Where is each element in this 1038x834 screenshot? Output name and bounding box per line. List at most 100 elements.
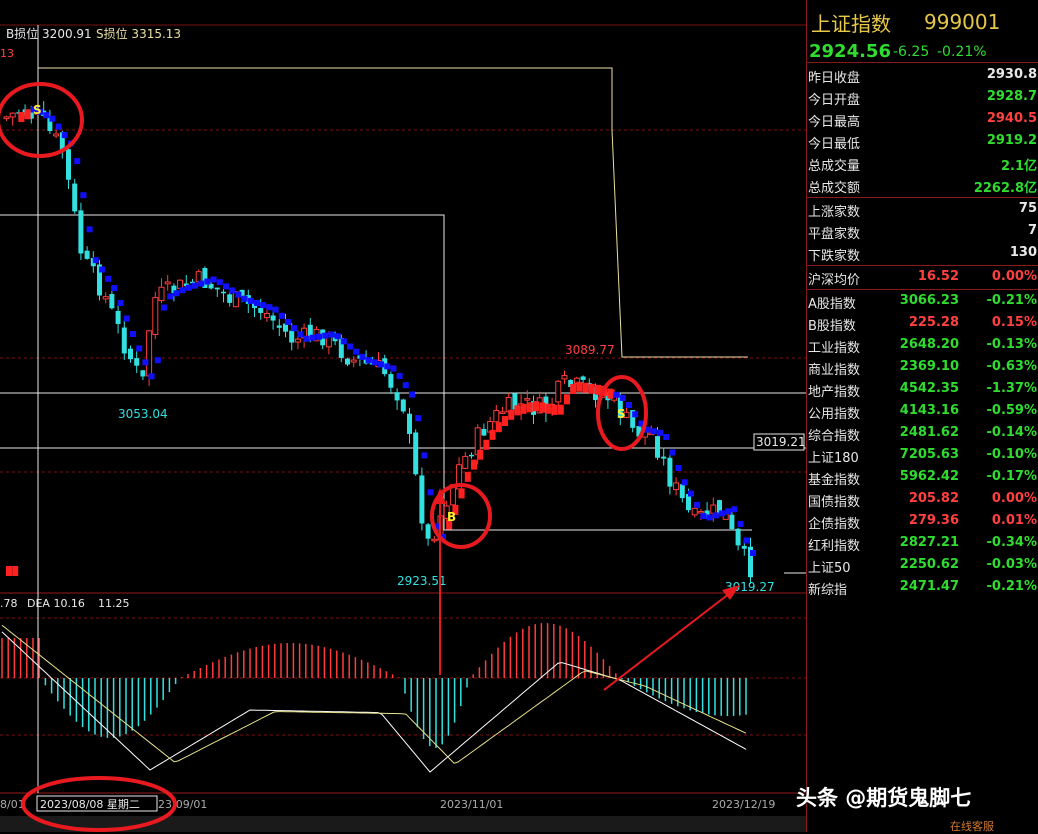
date-selected: 2023/08/08 星期二 xyxy=(40,798,140,811)
row-label: 商业指数 xyxy=(808,363,861,378)
row-pct: 0.00% xyxy=(991,491,1037,506)
quote-row[interactable]: 综合指数 2481.62 -0.14% xyxy=(807,422,1038,444)
row-label: 新综指 xyxy=(808,583,848,598)
row-value: 75 xyxy=(1018,201,1037,216)
price-change: -6.25 xyxy=(893,44,930,60)
row-value: 2369.10 xyxy=(899,359,959,374)
row-value: 5962.42 xyxy=(899,469,959,484)
row-value: 16.52 xyxy=(917,269,959,284)
row-value: 2919.2 xyxy=(986,133,1037,148)
watermark: 头条 @期货鬼脚七 xyxy=(796,786,972,810)
row-label: 今日最高 xyxy=(808,115,861,130)
quote-row[interactable]: 新综指 2471.47 -0.21% xyxy=(807,576,1038,598)
row-label: 综合指数 xyxy=(808,429,861,444)
macd-legend-a: .78 xyxy=(0,597,18,610)
row-value: 4143.16 xyxy=(899,403,959,418)
row-value: 3066.23 xyxy=(899,293,959,308)
row-label: 上证50 xyxy=(808,561,851,576)
quote-row[interactable]: 平盘家数 7 xyxy=(807,220,1038,242)
quote-row[interactable]: 基金指数 5962.42 -0.17% xyxy=(807,466,1038,488)
row-label: 平盘家数 xyxy=(808,227,861,242)
signal-s-right: S xyxy=(617,407,626,421)
quote-row[interactable]: 工业指数 2648.20 -0.13% xyxy=(807,334,1038,356)
row-pct: -0.14% xyxy=(986,425,1038,440)
row-label: 上证180 xyxy=(808,451,859,466)
quote-row[interactable]: 上涨家数 75 xyxy=(807,198,1038,220)
row-pct: -0.34% xyxy=(986,535,1038,550)
row-value: 2250.62 xyxy=(899,557,959,572)
row-pct: -1.37% xyxy=(986,381,1038,396)
date-sel-tail: 23/09/01 xyxy=(158,798,207,811)
row-label: 下跌家数 xyxy=(808,249,861,264)
row-label: 今日最低 xyxy=(808,137,861,152)
signal-b: B xyxy=(447,510,456,524)
row-pct: -0.21% xyxy=(986,579,1038,594)
row-label: 公用指数 xyxy=(808,407,861,422)
row-value: 2481.62 xyxy=(899,425,959,440)
quote-row[interactable]: 总成交量 2.1亿 xyxy=(807,152,1038,174)
quote-row[interactable]: 红利指数 2827.21 -0.34% xyxy=(807,532,1038,554)
quote-row[interactable]: A股指数 3066.23 -0.21% xyxy=(807,290,1038,312)
row-label: 工业指数 xyxy=(808,341,861,356)
row-pct: -0.21% xyxy=(986,293,1038,308)
row-label: 昨日收盘 xyxy=(808,71,861,86)
quote-row[interactable]: 国债指数 205.82 0.00% xyxy=(807,488,1038,510)
row-value: 2648.20 xyxy=(899,337,959,352)
row-label: 上涨家数 xyxy=(808,205,861,220)
date-mid: 2023/11/01 xyxy=(440,798,503,811)
row-value: 2.1亿 xyxy=(1000,159,1037,174)
date-left: 8/01 xyxy=(0,798,25,811)
row-value: 225.28 xyxy=(908,315,959,330)
quote-row[interactable]: 上证50 2250.62 -0.03% xyxy=(807,554,1038,576)
quote-row[interactable]: 今日最高 2940.5 xyxy=(807,108,1038,130)
row-label: 总成交量 xyxy=(808,159,861,174)
legend-s-stop: S损位 3315.13 xyxy=(96,26,181,41)
quote-row[interactable]: 公用指数 4143.16 -0.59% xyxy=(807,400,1038,422)
row-value: 2930.8 xyxy=(986,67,1037,82)
quote-row[interactable]: B股指数 225.28 0.15% xyxy=(807,312,1038,334)
row-pct: -0.17% xyxy=(986,469,1038,484)
row-label: 国债指数 xyxy=(808,495,861,510)
row-value: 2827.21 xyxy=(899,535,959,550)
row-label: 总成交额 xyxy=(808,181,861,196)
quote-row[interactable]: 总成交额 2262.8亿 xyxy=(807,174,1038,196)
row-label: 今日开盘 xyxy=(808,93,861,108)
row-label: 基金指数 xyxy=(808,473,861,488)
label-3089: 3089.77 xyxy=(565,343,615,357)
row-label: A股指数 xyxy=(808,297,856,312)
row-value: 7205.63 xyxy=(899,447,959,462)
quote-row[interactable]: 昨日收盘 2930.8 xyxy=(807,64,1038,86)
date-right: 2023/12/19 xyxy=(712,798,775,811)
index-name: 上证指数 xyxy=(811,12,891,36)
quote-row[interactable]: 上证180 7205.63 -0.10% xyxy=(807,444,1038,466)
label-3053: 3053.04 xyxy=(118,407,168,421)
index-code: 999001 xyxy=(924,10,1001,34)
row-value: 2262.8亿 xyxy=(973,181,1037,196)
row-label: 地产指数 xyxy=(808,385,861,400)
row-pct: -0.03% xyxy=(986,557,1038,572)
row-label: 企债指数 xyxy=(808,517,861,532)
macd-legend-b: DEA 10.16 xyxy=(27,597,85,610)
row-pct: -0.10% xyxy=(986,447,1038,462)
quote-panel: 上证指数 999001 2924.56 -6.25 -0.21% 昨日收盘 293… xyxy=(806,0,1038,832)
avg-price-row[interactable]: 沪深均价 16.52 0.00% xyxy=(807,266,1038,288)
row-label: 沪深均价 xyxy=(808,273,861,288)
signal-s-left: S xyxy=(33,103,42,117)
row-value: 7 xyxy=(1027,223,1037,238)
price-tag: 3019.21 xyxy=(756,435,806,449)
quote-row[interactable]: 商业指数 2369.10 -0.63% xyxy=(807,356,1038,378)
macd-legend-c: 11.25 xyxy=(98,597,130,610)
price-pct: -0.21% xyxy=(937,44,987,60)
kline-chart[interactable]: 13 B损位 3200.91 S损位 3315.13 3053.04 2923.… xyxy=(0,0,806,832)
quote-row[interactable]: 地产指数 4542.35 -1.37% xyxy=(807,378,1038,400)
row-value: 205.82 xyxy=(908,491,959,506)
row-value: 2928.7 xyxy=(986,89,1037,104)
quote-row[interactable]: 企债指数 279.36 0.01% xyxy=(807,510,1038,532)
legend-b-stop: B损位 3200.91 xyxy=(6,26,92,41)
quote-row[interactable]: 今日开盘 2928.7 xyxy=(807,86,1038,108)
quote-row[interactable]: 下跌家数 130 xyxy=(807,242,1038,264)
quote-row[interactable]: 今日最低 2919.2 xyxy=(807,130,1038,152)
row-label: B股指数 xyxy=(808,319,856,334)
row-pct: 0.15% xyxy=(991,315,1037,330)
row-pct: -0.59% xyxy=(986,403,1038,418)
